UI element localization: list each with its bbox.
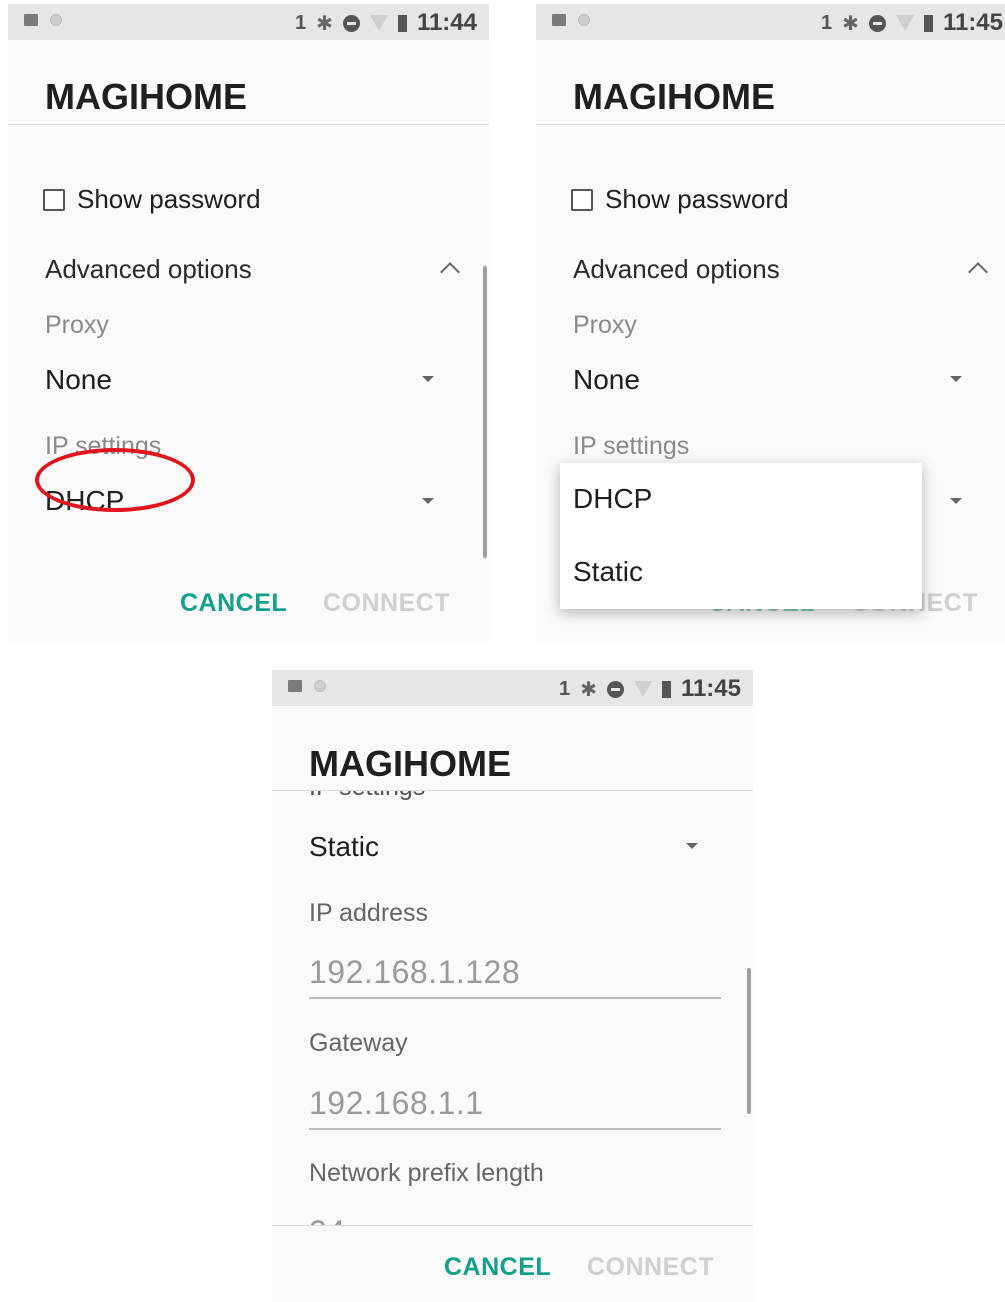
title-divider (272, 790, 753, 791)
bluetooth-icon: ✱ (316, 12, 333, 35)
dropdown-arrow-icon[interactable] (950, 376, 962, 382)
bluetooth-icon: ✱ (580, 678, 597, 701)
sim-indicator: 1 (559, 677, 571, 700)
do-not-disturb-icon (868, 14, 886, 32)
show-password-label: Show password (77, 184, 261, 214)
scrollbar[interactable] (747, 968, 751, 1114)
dialog-title: MAGIHOME (573, 76, 775, 117)
ip-settings-label: IP settings (573, 432, 690, 460)
do-not-disturb-icon (342, 14, 360, 32)
dropdown-arrow-icon[interactable] (422, 376, 434, 382)
image-icon (24, 14, 38, 26)
checkbox-box[interactable] (571, 188, 593, 211)
dialog-title: MAGIHOME (309, 743, 511, 784)
status-time: 11:45 (680, 675, 741, 702)
ip-settings-select[interactable]: Static (309, 831, 379, 863)
show-password-checkbox[interactable]: Show password (571, 184, 789, 215)
advanced-options-toggle[interactable]: Advanced options (45, 254, 252, 285)
cancel-button[interactable]: CANCEL (444, 1253, 551, 1282)
advanced-options-toggle[interactable]: Advanced options (573, 254, 780, 285)
status-bar: 1 ✱ 11:45 (272, 670, 753, 706)
wifi-dialog-dhcp-panel: 1 ✱ 11:44 MAGIHOME Show password Advance… (8, 4, 489, 641)
status-bar: 1 ✱ 11:45 (536, 4, 1005, 40)
status-bar: 1 ✱ 11:44 (8, 4, 489, 40)
dropdown-arrow-icon[interactable] (686, 843, 698, 849)
prefix-length-label: Network prefix length (309, 1159, 544, 1187)
wifi-icon (895, 15, 914, 31)
chevron-up-icon[interactable] (440, 262, 460, 282)
gateway-underline (309, 1128, 721, 1130)
proxy-select[interactable]: None (45, 364, 112, 396)
dropdown-option-dhcp[interactable]: DHCP (573, 483, 652, 515)
circle-icon (50, 14, 62, 26)
connect-button[interactable]: CONNECT (587, 1253, 714, 1282)
do-not-disturb-icon (606, 680, 624, 698)
cancel-button[interactable]: CANCEL (180, 589, 287, 618)
status-time: 11:44 (416, 9, 477, 36)
proxy-select[interactable]: None (573, 364, 640, 396)
wifi-dialog-static-panel: 1 ✱ 11:45 IP settings Static IP address … (272, 670, 753, 1302)
ip-settings-label: IP settings (309, 791, 425, 802)
circle-icon (314, 680, 326, 692)
ip-address-underline (309, 997, 721, 999)
wifi-dialog-dropdown-panel: 1 ✱ 11:45 MAGIHOME Show password Advance… (536, 4, 1005, 641)
highlight-ring (35, 448, 195, 512)
title-divider (536, 124, 1005, 125)
image-icon (552, 14, 566, 26)
proxy-label: Proxy (45, 311, 109, 339)
dropdown-option-static[interactable]: Static (573, 556, 643, 588)
proxy-label: Proxy (573, 311, 637, 339)
battery-icon (397, 14, 407, 32)
status-time: 11:45 (942, 9, 1003, 36)
sim-indicator: 1 (295, 11, 307, 34)
gateway-input[interactable]: 192.168.1.1 (309, 1085, 484, 1122)
show-password-label: Show password (605, 184, 789, 214)
sim-indicator: 1 (821, 11, 833, 34)
dropdown-arrow-icon[interactable] (422, 498, 434, 504)
title-divider (8, 124, 489, 125)
dialog-title: MAGIHOME (45, 76, 247, 117)
ip-address-label: IP address (309, 899, 429, 927)
battery-icon (661, 680, 671, 698)
bluetooth-icon: ✱ (842, 12, 859, 35)
wifi-icon (633, 681, 652, 697)
chevron-up-icon[interactable] (968, 262, 988, 282)
gateway-label: Gateway (309, 1029, 408, 1057)
show-password-checkbox[interactable]: Show password (43, 184, 261, 215)
checkbox-box[interactable] (43, 188, 65, 211)
scrollbar[interactable] (483, 266, 487, 558)
scroll-area: IP settings Static IP address 192.168.1.… (272, 791, 753, 1226)
ip-settings-dropdown-menu: DHCP Static (560, 463, 922, 609)
image-icon (288, 680, 302, 692)
circle-icon (578, 14, 590, 26)
connect-button[interactable]: CONNECT (323, 589, 450, 618)
battery-icon (923, 14, 933, 32)
wifi-icon (369, 15, 388, 31)
ip-address-input[interactable]: 192.168.1.128 (309, 954, 520, 991)
dropdown-arrow-icon[interactable] (950, 498, 962, 504)
button-bar-divider (272, 1225, 753, 1226)
